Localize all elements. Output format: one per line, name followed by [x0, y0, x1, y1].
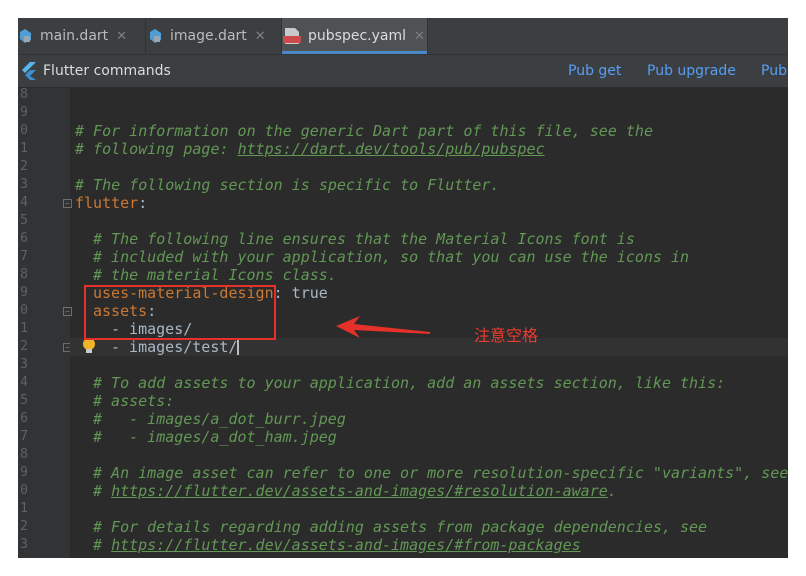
- pub-get-link[interactable]: Pub get: [568, 63, 621, 79]
- tab-main-dart[interactable]: main.dart ✕: [18, 18, 146, 54]
- line-number: 8: [20, 447, 28, 462]
- code-line: # The following section is specific to F…: [75, 176, 499, 194]
- line-number: 4: [20, 195, 28, 210]
- comment-link[interactable]: https://flutter.dev/assets-and-images/#f…: [111, 536, 581, 554]
- line-number: 6: [20, 231, 28, 246]
- pub-upgrade-link[interactable]: Pub upgrade: [647, 63, 736, 79]
- annotation-note: 注意空格: [474, 326, 539, 345]
- line-gutter: 8 9 0 1 2 3 4 5 6 7 8 9 0 1 2 3 4 5 6 7 …: [18, 87, 72, 558]
- line-number: 2: [20, 519, 28, 534]
- flutter-commands-title: Flutter commands: [43, 63, 171, 79]
- line-number: 6: [20, 411, 28, 426]
- flutter-icon: [21, 62, 37, 80]
- dart-file-icon: [18, 28, 34, 44]
- line-number: 0: [20, 483, 28, 498]
- close-icon[interactable]: ✕: [116, 29, 127, 44]
- line-number: 5: [20, 213, 28, 228]
- line-number: 0: [20, 123, 28, 138]
- tab-label: pubspec.yaml: [308, 28, 406, 44]
- tab-image-dart[interactable]: image.dart ✕: [146, 18, 282, 54]
- code-line: # The following line ensures that the Ma…: [93, 230, 635, 248]
- comment: #: [93, 536, 112, 554]
- line-number: 2: [20, 339, 28, 354]
- line-number: 3: [20, 537, 28, 552]
- code-line: # - images/a_dot_ham.jpeg: [93, 428, 337, 446]
- yaml-key: flutter: [75, 194, 139, 212]
- code-line: # To add assets to your application, add…: [93, 374, 725, 392]
- text-caret: [237, 339, 240, 355]
- editor-tab-bar: main.dart ✕ image.dart ✕ pubspec.yaml ✕: [18, 18, 788, 55]
- fold-toggle-icon[interactable]: −: [63, 307, 72, 316]
- line-number: 7: [20, 429, 28, 444]
- comment: # The following line ensures that the Ma…: [93, 230, 635, 248]
- line-number: 4: [20, 375, 28, 390]
- comment: .: [607, 482, 617, 500]
- fold-toggle-icon[interactable]: −: [63, 199, 72, 208]
- code-line: # https://flutter.dev/assets-and-images/…: [93, 482, 617, 500]
- line-number: 9: [20, 465, 28, 480]
- comment: # For information on the generic Dart pa…: [75, 122, 653, 140]
- code-line: # - images/a_dot_burr.jpeg: [93, 410, 346, 428]
- yaml-file-icon: [282, 27, 302, 45]
- yaml-colon: :: [138, 194, 148, 212]
- comment-link[interactable]: https://dart.dev/tools/pub/pubspec: [238, 140, 545, 158]
- comment: # The following section is specific to F…: [75, 176, 500, 194]
- comment: # To add assets to your application, add…: [93, 374, 726, 392]
- dart-file-icon: [148, 28, 164, 44]
- line-number: 5: [20, 393, 28, 408]
- code-line: - images/test/: [111, 338, 240, 356]
- tab-label: image.dart: [170, 28, 247, 44]
- yaml-list-item: - images/test/: [111, 338, 238, 356]
- comment: # included with your application, so tha…: [93, 248, 690, 266]
- flutter-commands-bar: Flutter commands Pub get Pub upgrade Pub: [18, 55, 788, 88]
- yaml-value: true: [282, 284, 328, 302]
- line-number: 2: [20, 159, 28, 174]
- code-line: # For information on the generic Dart pa…: [75, 122, 653, 140]
- line-number: 7: [20, 249, 28, 264]
- code-line: # https://flutter.dev/assets-and-images/…: [93, 536, 581, 554]
- comment: # For details regarding adding assets fr…: [93, 518, 708, 536]
- annotation-highlight-box: [84, 285, 276, 340]
- line-number: 3: [20, 177, 28, 192]
- code-line: # following page: https://dart.dev/tools…: [75, 140, 545, 158]
- line-number: 8: [20, 87, 28, 102]
- line-number: 0: [20, 303, 28, 318]
- code-line: # assets:: [93, 392, 174, 410]
- code-line: # An image asset can refer to one or mor…: [93, 464, 788, 482]
- line-number: 1: [20, 501, 28, 516]
- line-number: 9: [20, 105, 28, 120]
- close-icon[interactable]: ✕: [255, 29, 266, 44]
- line-number: 1: [20, 141, 28, 156]
- comment: # assets:: [93, 392, 175, 410]
- code-line: # the material Icons class.: [93, 266, 337, 284]
- line-number: 3: [20, 357, 28, 372]
- tab-pubspec-yaml[interactable]: pubspec.yaml ✕: [282, 18, 428, 54]
- line-number: 1: [20, 321, 28, 336]
- comment: # - images/a_dot_ham.jpeg: [93, 428, 337, 446]
- pub-outdated-link[interactable]: Pub: [761, 63, 787, 79]
- comment: # An image asset can refer to one or mor…: [93, 464, 788, 482]
- line-number: 9: [20, 285, 28, 300]
- code-line: # For details regarding adding assets fr…: [93, 518, 707, 536]
- code-line: # included with your application, so tha…: [93, 248, 689, 266]
- comment: #: [93, 482, 112, 500]
- close-icon[interactable]: ✕: [414, 29, 425, 44]
- code-line: flutter:: [75, 194, 147, 212]
- annotation-arrow-icon: [336, 316, 430, 338]
- comment: # - images/a_dot_burr.jpeg: [93, 410, 346, 428]
- comment-link[interactable]: https://flutter.dev/assets-and-images/#r…: [111, 482, 608, 500]
- tab-label: main.dart: [40, 28, 109, 44]
- line-number: 8: [20, 267, 28, 282]
- comment: # the material Icons class.: [93, 266, 337, 284]
- comment: # following page:: [75, 140, 238, 158]
